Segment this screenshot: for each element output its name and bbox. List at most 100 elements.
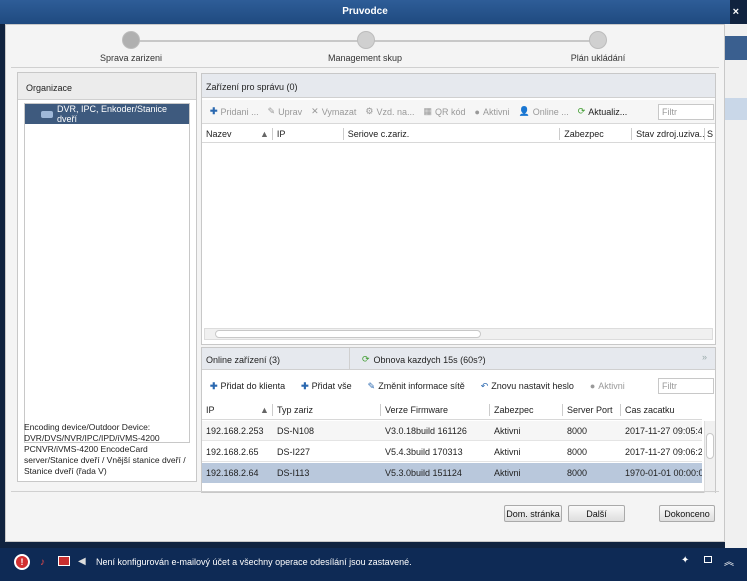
col-security[interactable]: Zabezpec (490, 405, 562, 415)
status-bar: ! ♪ ◀ Není konfigurován e-mailový účet a… (0, 548, 747, 581)
device-icon (41, 110, 53, 118)
online-user-button[interactable]: 👤 Online ... (518, 106, 568, 117)
alarm-sound-icon[interactable]: ♪ (40, 557, 45, 568)
cell-firmware: V5.4.3build 170313 (385, 446, 463, 457)
cell-security: Aktivni (494, 468, 521, 478)
collapse-icon[interactable]: » (702, 352, 707, 362)
cell-start-time: 2017-11-27 09:05:4 (625, 425, 702, 436)
step-marker-1 (122, 31, 140, 49)
strip-block (725, 36, 747, 60)
delete-device-button[interactable]: ✕ Vymazat (311, 106, 356, 117)
status-message: Není konfigurován e-mailový účet a všech… (96, 557, 412, 567)
cell-port: 8000 (567, 446, 588, 457)
auto-refresh-toggle[interactable]: ⟳ Obnova kazdych 15s (60s?) (362, 354, 486, 365)
scroll-thumb[interactable] (706, 433, 714, 459)
col-more[interactable]: S (705, 129, 715, 139)
cell-type: DS-I227 (277, 446, 311, 457)
sort-asc-icon: ▲ (260, 404, 269, 415)
qr-code-button[interactable]: ▦ QR kód (423, 106, 465, 117)
activate-button[interactable]: ● Aktivni (590, 381, 625, 391)
undo-icon: ↶ (480, 380, 489, 391)
add-device-button[interactable]: ✚ Pridani ... (210, 106, 259, 117)
organization-title: Organizace (26, 83, 73, 93)
edit-network-button[interactable]: ✎ Změnit informace sítě (368, 381, 465, 392)
bulb-icon: ● (589, 381, 596, 391)
finish-button[interactable]: Dokonceno (659, 505, 715, 522)
table-row[interactable]: 192.168.2.65 DS-I227 V5.4.3build 170313 … (202, 442, 702, 462)
online-toolbar: ✚ Přidat do klienta ✚ Přidat vše ✎ Změnit i… (202, 374, 715, 398)
delete-icon: ✕ (311, 106, 319, 116)
speaker-icon[interactable]: ◀ (78, 556, 86, 567)
col-server-port[interactable]: Server Port (563, 405, 620, 415)
managed-hscrollbar[interactable] (204, 328, 713, 340)
table-row-selected[interactable]: 192.168.2.64 DS-I113 V5.3.0build 151124 … (202, 463, 702, 483)
col-resource-status[interactable]: Stav zdroj.uziva... (632, 129, 704, 139)
cell-ip: 192.168.2.65 (206, 446, 259, 457)
cell-port: 8000 (567, 425, 588, 436)
cell-security: Aktivni (494, 425, 521, 436)
step-marker-3 (589, 31, 607, 49)
online-filter-input[interactable]: Filtr (658, 378, 714, 394)
table-row[interactable]: 192.168.2.253 DS-N108 V3.0.18build 16112… (202, 421, 702, 441)
cell-port: 8000 (567, 468, 588, 478)
tree-item-label: DVR, IPC, Enkoder/Stanice dveří (56, 104, 168, 124)
managed-table-header: Nazev ▲ IP Seriove c.zariz. Zabezpec Stav… (202, 125, 715, 143)
cell-start-time: 2017-11-27 09:06:2 (625, 446, 702, 457)
step-label-3: Plán ukládání (570, 53, 626, 63)
online-tab[interactable]: Online zařízení (3) (202, 348, 350, 370)
chevron-up-icon[interactable]: ︽ (724, 553, 734, 568)
cell-ip: 192.168.2.64 (206, 468, 259, 478)
reset-password-button[interactable]: ↶ Znovu nastavit heslo (481, 381, 574, 392)
add-to-client-button[interactable]: ✚ Přidat do klienta (210, 381, 285, 392)
remote-config-button[interactable]: ⚙ Vzd. na... (365, 106, 414, 117)
col-firmware[interactable]: Verze Firmware (381, 405, 489, 415)
col-device-type[interactable]: Typ zariz (273, 405, 380, 415)
managed-devices-panel: Zařízení pro správu (0) ✚ Pridani ... ✎ Up… (201, 73, 716, 345)
bulb-icon: ● (474, 106, 480, 117)
edit-device-button[interactable]: ✎ Uprav (268, 106, 303, 117)
managed-filter-input[interactable]: Filtr (658, 104, 714, 120)
video-icon[interactable] (58, 556, 70, 566)
plus-icon: ✚ (210, 106, 218, 116)
divider (11, 67, 719, 68)
online-table-body: 192.168.2.253 DS-N108 V3.0.18build 16112… (202, 421, 702, 493)
wizard-dialog: Sprava zarizeni Management skup Plán ukl… (5, 24, 725, 542)
wizard-window: Pruvodce × Sprava zarizeni Management sk… (0, 0, 747, 548)
window-icon[interactable] (704, 556, 712, 563)
cell-firmware: V5.3.0build 151124 (385, 468, 462, 478)
device-type-description: Encoding device/Outdoor Device: DVR/DVS/… (24, 422, 186, 476)
background-strip (725, 24, 747, 548)
col-start-time[interactable]: Cas zacatku (621, 405, 701, 415)
cell-type: DS-N108 (277, 425, 315, 436)
refresh-button[interactable]: ⟳ Aktualiz... (578, 106, 628, 117)
col-security[interactable]: Zabezpec (560, 129, 631, 139)
home-button[interactable]: Dom. stránka (504, 505, 562, 522)
organization-panel: Organizace DVR, IPC, Enkoder/Stanice dve… (17, 72, 197, 482)
col-ip[interactable]: IP (273, 129, 343, 139)
alarm-icon[interactable]: ! (14, 554, 30, 570)
col-ip[interactable]: IP ▲ (202, 405, 272, 415)
plus-icon: ✚ (301, 380, 309, 391)
online-table-header: IP ▲ Typ zariz Verze Firmware Zabezpec Se… (202, 400, 702, 420)
cell-ip: 192.168.2.253 (206, 425, 264, 436)
window-titlebar[interactable]: Pruvodce (0, 0, 730, 24)
add-all-button[interactable]: ✚ Přidat vše (301, 381, 352, 392)
online-vscrollbar[interactable] (704, 421, 715, 493)
close-icon[interactable]: × (733, 0, 739, 24)
gear-icon: ⚙ (365, 106, 374, 116)
cell-type: DS-I113 (277, 468, 310, 478)
scroll-thumb[interactable] (215, 330, 481, 338)
col-name[interactable]: Nazev ▲ (202, 129, 272, 139)
tree-item-dvr-ipc[interactable]: DVR, IPC, Enkoder/Stanice dveří (25, 104, 189, 124)
cell-security: Aktivni (494, 446, 521, 457)
pin-icon[interactable]: ✦ (681, 555, 689, 566)
refresh-icon: ⟳ (362, 354, 370, 364)
next-button[interactable]: Další (568, 505, 625, 522)
managed-toolbar: ✚ Pridani ... ✎ Uprav ✕ Vymazat ⚙ Vzd. na...… (202, 100, 715, 124)
col-serial[interactable]: Seriove c.zariz. (344, 129, 560, 139)
window-title: Pruvodce (342, 6, 388, 17)
step-marker-2 (357, 31, 375, 49)
activate-button[interactable]: ● Aktivni (475, 107, 510, 117)
strip-block (725, 98, 747, 120)
plus-icon: ✚ (210, 380, 218, 391)
